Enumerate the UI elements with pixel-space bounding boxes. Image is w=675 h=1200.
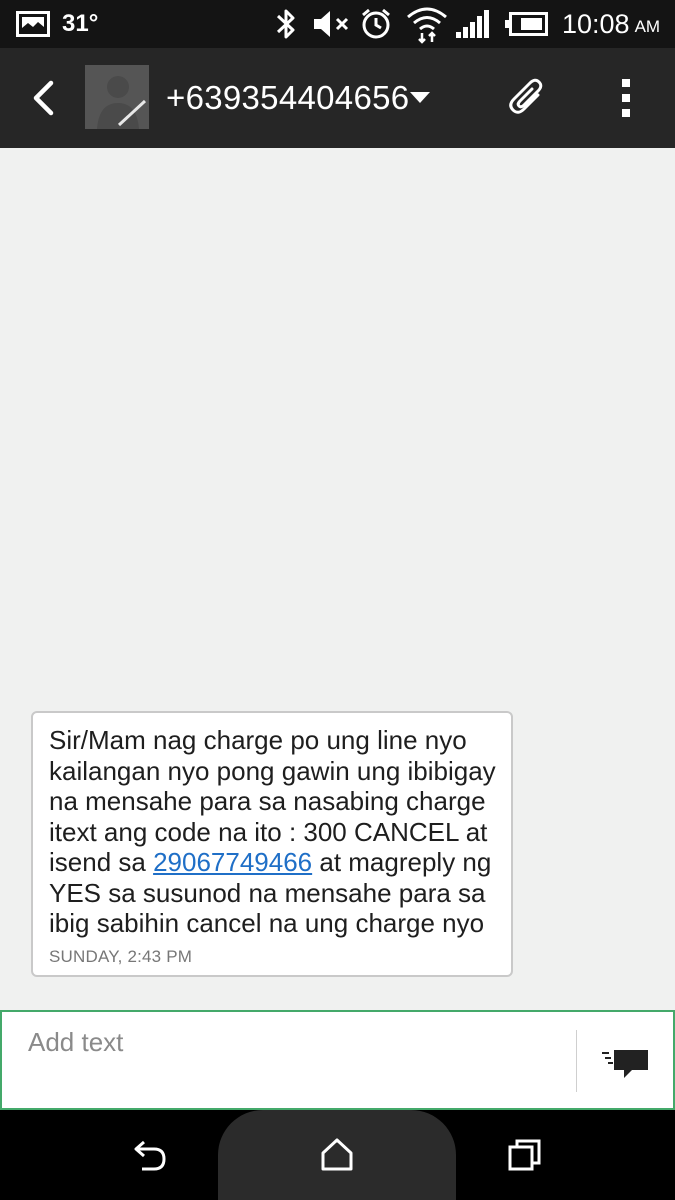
gallery-icon (16, 0, 50, 48)
wifi-icon (405, 0, 449, 48)
dropdown-icon[interactable] (410, 92, 430, 104)
signal-icon (456, 0, 490, 48)
back-icon[interactable] (28, 78, 58, 118)
nav-home-icon[interactable] (319, 1136, 355, 1177)
message-text: Sir/Mam nag charge po ung line nyo kaila… (49, 725, 504, 939)
message-timestamp: SUNDAY, 2:43 PM (49, 947, 193, 966)
contact-number[interactable]: +639354404656 (166, 75, 409, 121)
message-bubble[interactable]: Sir/Mam nag charge po ung line nyo kaila… (31, 711, 513, 977)
message-thread[interactable]: Sir/Mam nag charge po ung line nyo kaila… (0, 148, 675, 1010)
clock-ampm: AM (634, 17, 661, 36)
attach-icon[interactable] (508, 77, 546, 119)
composer-divider (576, 1030, 577, 1092)
conversation-header: +639354404656 (0, 48, 675, 148)
send-icon[interactable] (598, 1042, 658, 1082)
message-phone-link[interactable]: 29067749466 (153, 847, 312, 877)
mute-icon (312, 0, 352, 48)
temperature: 31° (62, 10, 99, 37)
nav-recents-icon[interactable] (507, 1138, 543, 1177)
alarm-icon (359, 0, 393, 48)
message-input[interactable] (28, 1022, 548, 1062)
overflow-menu-icon[interactable] (619, 78, 633, 118)
status-bar: 31° 10:08 AM (0, 0, 675, 48)
nav-back-icon[interactable] (132, 1138, 168, 1177)
battery-icon (504, 0, 548, 48)
composer (0, 1010, 675, 1110)
avatar[interactable] (85, 65, 149, 129)
clock-time: 10:08 (562, 8, 630, 39)
clock: 10:08 AM (562, 0, 660, 48)
bluetooth-icon (274, 0, 298, 48)
navigation-bar (0, 1110, 675, 1200)
